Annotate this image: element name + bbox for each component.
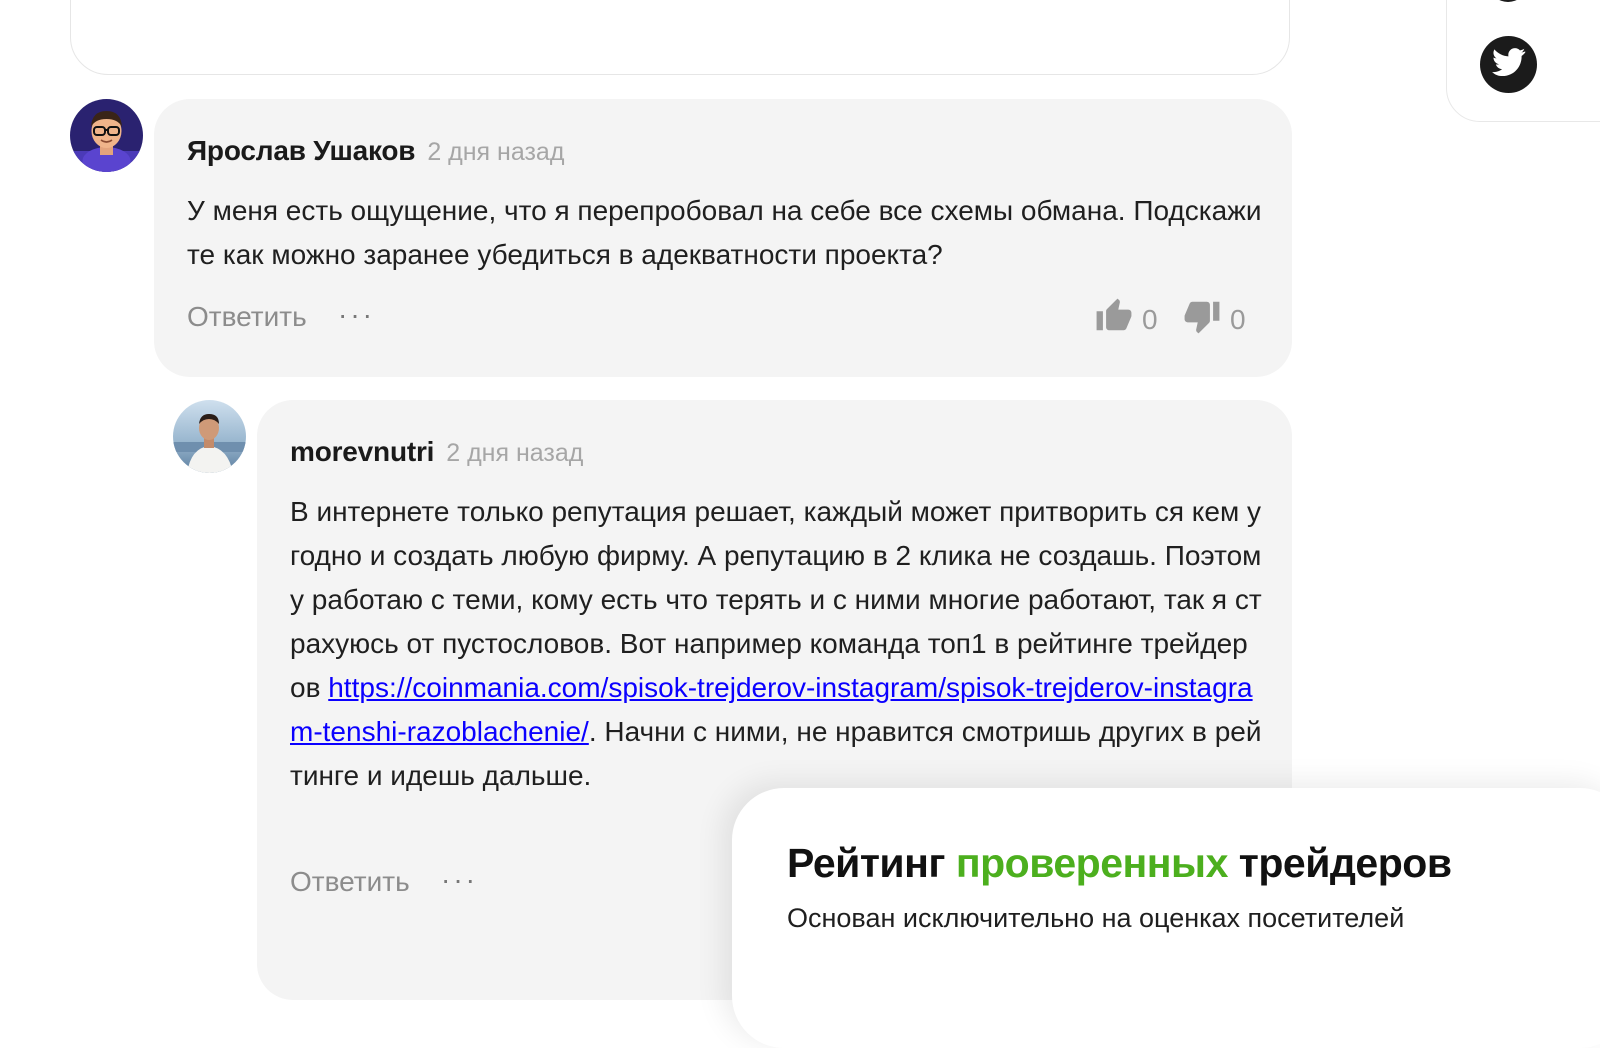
comment-date: 2 дня назад bbox=[427, 138, 565, 166]
twitter-icon bbox=[1491, 48, 1526, 81]
comment-text: В интернете только репутация решает, каж… bbox=[290, 490, 1262, 798]
rating-title-accent: проверенных bbox=[955, 840, 1229, 886]
avatar-yaroslav[interactable] bbox=[70, 99, 143, 172]
rating-popup[interactable]: Рейтинг проверенных трейдеров Основан ис… bbox=[732, 788, 1600, 1048]
thumbs-up-icon bbox=[1094, 297, 1134, 342]
like-button[interactable]: 0 bbox=[1094, 297, 1158, 342]
twitter-share-button[interactable] bbox=[1480, 36, 1537, 93]
rating-title-part: Рейтинг bbox=[787, 840, 956, 886]
comment-author[interactable]: Ярослав Ушаков bbox=[187, 135, 416, 167]
thumbs-down-icon bbox=[1182, 297, 1222, 342]
comment-date: 2 дня назад bbox=[446, 439, 584, 467]
previous-comment-card bbox=[70, 0, 1290, 75]
more-options-button[interactable]: ··· bbox=[441, 864, 478, 896]
comment-card: Ярослав Ушаков 2 дня назад У меня есть о… bbox=[154, 99, 1292, 377]
rating-title-part: трейдеров bbox=[1227, 840, 1452, 886]
avatar-morevnutri[interactable] bbox=[173, 400, 246, 473]
like-count: 0 bbox=[1142, 303, 1158, 335]
reply-button[interactable]: Ответить bbox=[187, 301, 307, 333]
dislike-count: 0 bbox=[1230, 303, 1246, 335]
comment-header: morevnutri 2 дня назад bbox=[290, 436, 583, 468]
reply-button[interactable]: Ответить bbox=[290, 866, 410, 898]
comment-author[interactable]: morevnutri bbox=[290, 436, 434, 468]
more-options-button[interactable]: ··· bbox=[338, 299, 375, 331]
comment-header: Ярослав Ушаков 2 дня назад bbox=[187, 135, 564, 167]
rating-subtitle: Основан исключительно на оценках посетит… bbox=[787, 903, 1405, 933]
dislike-button[interactable]: 0 bbox=[1182, 297, 1246, 342]
comment-text: У меня есть ощущение, что я перепробовал… bbox=[187, 195, 1262, 270]
rating-title: Рейтинг проверенных трейдеров bbox=[787, 840, 1452, 887]
